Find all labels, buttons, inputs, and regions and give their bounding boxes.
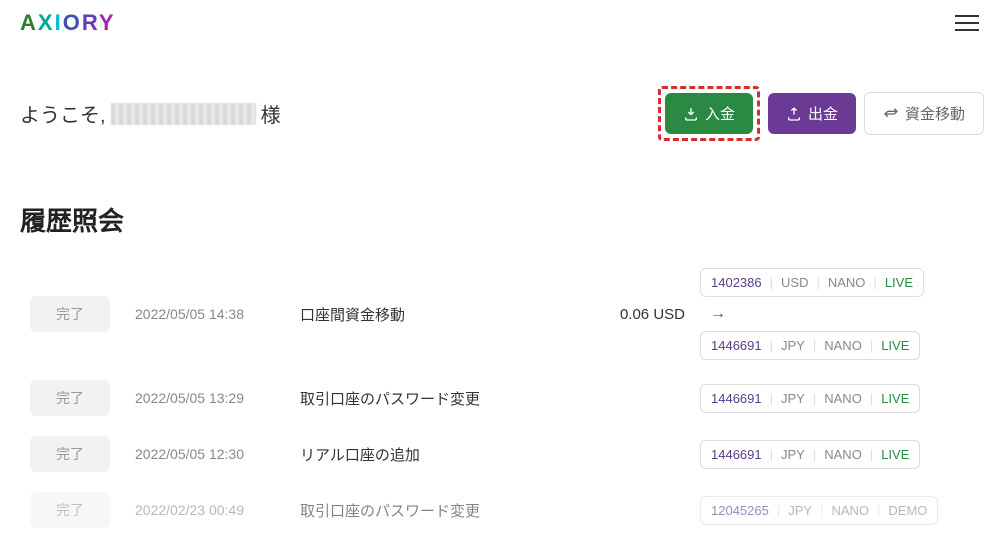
history-description: リアル口座の追加 bbox=[300, 444, 530, 465]
welcome-suffix: 様 bbox=[261, 99, 281, 128]
account-plan: NANO bbox=[831, 503, 869, 518]
account-plan: NANO bbox=[824, 391, 862, 406]
welcome-prefix: ようこそ, bbox=[20, 99, 106, 128]
transfer-icon bbox=[883, 106, 899, 122]
withdraw-label: 出金 bbox=[808, 103, 838, 124]
deposit-highlight: 入金 bbox=[658, 86, 760, 141]
account-plan: NANO bbox=[824, 338, 862, 353]
hamburger-menu-icon[interactable] bbox=[950, 10, 984, 36]
account-tags: 1446691|JPY|NANO|LIVE bbox=[700, 384, 984, 413]
account-number: 1446691 bbox=[711, 338, 762, 353]
account-tag[interactable]: 1446691|JPY|NANO|LIVE bbox=[700, 384, 920, 413]
account-currency: JPY bbox=[788, 503, 812, 518]
history-list: 完了 2022/05/05 14:38 口座間資金移動 0.06 USD 1402386… bbox=[0, 258, 1004, 538]
account-number: 1446691 bbox=[711, 391, 762, 406]
status-badge: 完了 bbox=[30, 492, 110, 528]
account-mode: LIVE bbox=[881, 391, 909, 406]
account-plan: NANO bbox=[828, 275, 866, 290]
history-description: 取引口座のパスワード変更 bbox=[300, 388, 530, 409]
upload-icon bbox=[786, 106, 802, 122]
history-row[interactable]: 完了 2022/05/05 14:38 口座間資金移動 0.06 USD 1402386… bbox=[20, 258, 984, 370]
status-badge: 完了 bbox=[30, 296, 110, 332]
history-datetime: 2022/05/05 12:30 bbox=[135, 446, 285, 462]
history-row[interactable]: 完了 2022/05/05 13:29 取引口座のパスワード変更 1446691|JP… bbox=[20, 370, 984, 426]
transfer-label: 資金移動 bbox=[905, 103, 965, 124]
account-currency: USD bbox=[781, 275, 808, 290]
account-tag[interactable]: 1446691|JPY|NANO|LIVE bbox=[700, 331, 920, 360]
account-currency: JPY bbox=[781, 338, 805, 353]
account-number: 12045265 bbox=[711, 503, 769, 518]
history-row[interactable]: 完了 2022/02/23 00:49 取引口座のパスワード変更 12045265|J… bbox=[20, 482, 984, 538]
account-tag[interactable]: 12045265|JPY|NANO|DEMO bbox=[700, 496, 938, 525]
download-icon bbox=[683, 106, 699, 122]
account-mode: DEMO bbox=[888, 503, 927, 518]
user-name-masked bbox=[111, 103, 256, 125]
history-datetime: 2022/02/23 00:49 bbox=[135, 502, 285, 518]
account-number: 1402386 bbox=[711, 275, 762, 290]
account-tag[interactable]: 1446691|JPY|NANO|LIVE bbox=[700, 440, 920, 469]
history-datetime: 2022/05/05 13:29 bbox=[135, 390, 285, 406]
welcome-greeting: ようこそ, 様 bbox=[20, 99, 281, 128]
account-currency: JPY bbox=[781, 447, 805, 462]
account-plan: NANO bbox=[824, 447, 862, 462]
deposit-label: 入金 bbox=[705, 103, 735, 124]
withdraw-button[interactable]: 出金 bbox=[768, 93, 856, 134]
account-mode: LIVE bbox=[881, 447, 909, 462]
history-datetime: 2022/05/05 14:38 bbox=[135, 306, 285, 322]
account-tags: 12045265|JPY|NANO|DEMO bbox=[700, 496, 984, 525]
deposit-button[interactable]: 入金 bbox=[665, 93, 753, 134]
brand-logo[interactable]: AXIORY bbox=[20, 10, 116, 36]
account-currency: JPY bbox=[781, 391, 805, 406]
account-mode: LIVE bbox=[885, 275, 913, 290]
account-tag[interactable]: 1402386|USD|NANO|LIVE bbox=[700, 268, 924, 297]
account-number: 1446691 bbox=[711, 447, 762, 462]
account-mode: LIVE bbox=[881, 338, 909, 353]
status-badge: 完了 bbox=[30, 380, 110, 416]
history-amount: 0.06 USD bbox=[545, 306, 685, 323]
history-description: 取引口座のパスワード変更 bbox=[300, 500, 530, 521]
account-tags: 1446691|JPY|NANO|LIVE bbox=[700, 440, 984, 469]
transfer-button[interactable]: 資金移動 bbox=[864, 92, 984, 135]
history-section-title: 履歴照会 bbox=[0, 176, 1004, 258]
status-badge: 完了 bbox=[30, 436, 110, 472]
history-description: 口座間資金移動 bbox=[300, 304, 530, 325]
arrow-right-icon: → bbox=[700, 303, 726, 325]
account-tags: 1402386|USD|NANO|LIVE → 1446691|JPY|NANO|L… bbox=[700, 268, 984, 360]
history-row[interactable]: 完了 2022/05/05 12:30 リアル口座の追加 1446691|JPY|NA… bbox=[20, 426, 984, 482]
